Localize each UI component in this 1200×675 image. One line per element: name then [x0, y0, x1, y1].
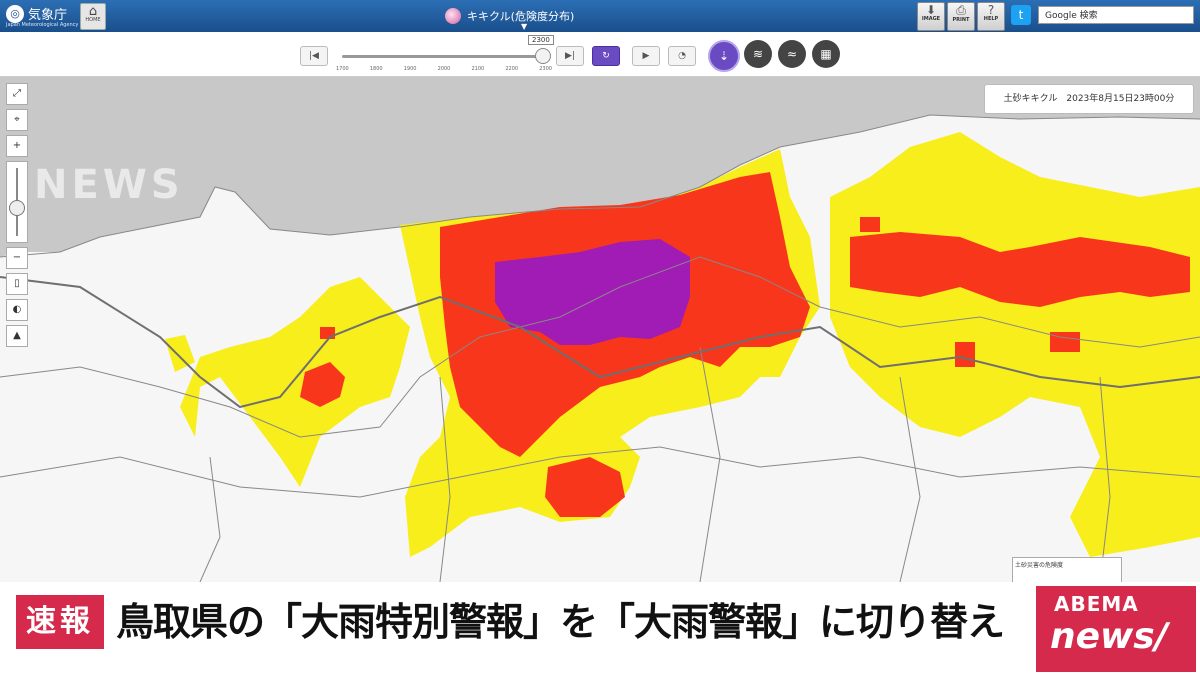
- time-slider-handle[interactable]: [535, 48, 551, 64]
- zoom-in-button[interactable]: +: [6, 135, 28, 157]
- news-banner: 速報 鳥取県の「大雨特別警報」を「大雨警報」に切り替え ABEMA news/: [0, 582, 1200, 675]
- jma-logo-icon: ◎: [6, 4, 24, 23]
- zoom-out-button[interactable]: −: [6, 247, 28, 269]
- water-drop-icon[interactable]: ◐: [6, 299, 28, 321]
- hazard-map[interactable]: NEWS ⤢ ⌖ + − ▯ ◐ ▲ 土砂キキクル 2023年8月15日23時0…: [0, 77, 1200, 582]
- tick-label: 1700: [336, 66, 349, 72]
- content-selector[interactable]: キキクル(危険度分布) ▼: [445, 8, 574, 31]
- tick-label: 1800: [369, 66, 383, 72]
- time-slider-track[interactable]: [342, 55, 542, 58]
- zoom-slider-handle[interactable]: [9, 200, 25, 216]
- home-label: HOME: [85, 17, 101, 23]
- news-watermark: NEWS: [34, 162, 184, 208]
- download-icon: ⬇: [925, 3, 937, 17]
- landslide-layer-button[interactable]: ⇣: [708, 40, 740, 72]
- question-icon: ?: [987, 3, 995, 17]
- help-button[interactable]: ? HELP: [977, 2, 1005, 31]
- tick-label: 2300: [539, 66, 552, 72]
- twitter-icon[interactable]: t: [1011, 5, 1031, 25]
- jma-logo-text: 気象庁: [28, 8, 68, 23]
- jma-logo[interactable]: ◎ 気象庁: [6, 4, 67, 23]
- river-layer-button[interactable]: ≈: [778, 40, 806, 68]
- tick-label: 2100: [471, 66, 485, 72]
- mountain-icon[interactable]: ▲: [6, 325, 28, 347]
- fullscreen-button[interactable]: ⤢: [6, 83, 28, 105]
- play-button[interactable]: ▶: [632, 46, 660, 66]
- help-label: HELP: [983, 16, 999, 22]
- map-legend: 土砂災害の危険度: [1012, 557, 1122, 582]
- zoom-slider[interactable]: [6, 161, 28, 243]
- abema-news-logo: ABEMA news/: [1036, 586, 1196, 672]
- print-label: PRINT: [952, 17, 970, 23]
- time-ticks: 1700 1800 1900 2000 2100 2200 2300: [336, 66, 552, 72]
- location-pin-icon[interactable]: ⌖: [6, 109, 28, 131]
- print-button[interactable]: ⎙ PRINT: [947, 2, 975, 31]
- flood-layer-button[interactable]: ≋: [744, 40, 772, 68]
- map-info-box: 土砂キキクル 2023年8月15日23時00分: [984, 84, 1194, 114]
- google-search-input[interactable]: Google 検索: [1038, 6, 1194, 24]
- map-layer-button[interactable]: ▦: [812, 40, 840, 68]
- first-frame-button[interactable]: |◀: [300, 46, 328, 66]
- jma-logo-subtitle: Japan Meteorological Agency: [6, 22, 79, 28]
- time-slider-value: 2300: [528, 35, 554, 45]
- tick-label: 1900: [403, 66, 417, 72]
- tick-label: 2200: [505, 66, 519, 72]
- image-label: IMAGE: [921, 16, 941, 22]
- dropdown-arrow-icon: ▼: [521, 22, 528, 31]
- news-headline: 鳥取県の「大雨特別警報」を「大雨警報」に切り替え: [116, 600, 1005, 644]
- map-zoom-controls: ⤢ ⌖ + − ▯ ◐ ▲: [6, 83, 28, 351]
- map-canvas: [0, 77, 1200, 582]
- speed-button[interactable]: ◔: [668, 46, 696, 66]
- breaking-news-label: 速報: [16, 595, 104, 649]
- image-button[interactable]: ⬇ IMAGE: [917, 2, 945, 31]
- tick-label: 2000: [437, 66, 451, 72]
- home-button[interactable]: ⌂ HOME: [80, 3, 106, 30]
- kikikuru-icon: [445, 8, 461, 24]
- refresh-button[interactable]: ↻: [592, 46, 620, 66]
- map-layer-icon[interactable]: ▯: [6, 273, 28, 295]
- last-frame-button[interactable]: ▶|: [556, 46, 584, 66]
- news-logo-text: news/: [1050, 616, 1168, 657]
- printer-icon: ⎙: [956, 3, 966, 17]
- abema-logo-text: ABEMA: [1054, 592, 1139, 616]
- time-controls: |◀ 2300 1700 1800 1900 2000 2100 2200 23…: [0, 32, 1200, 77]
- site-header: ◎ 気象庁 Japan Meteorological Agency ⌂ HOME…: [0, 0, 1200, 32]
